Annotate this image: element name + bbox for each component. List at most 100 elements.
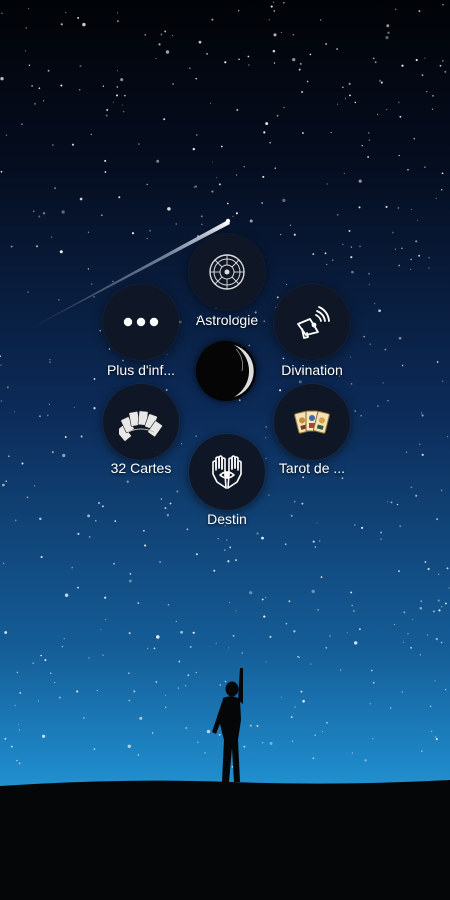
star [421,750,423,753]
star [243,745,246,748]
star [90,133,93,136]
star [435,197,437,199]
star [178,660,181,663]
star [181,443,183,445]
divination-button[interactable] [274,284,350,360]
center-moon-button[interactable] [196,341,256,401]
star [286,283,288,285]
star [27,291,29,293]
star [317,609,319,611]
star [386,24,390,28]
star [256,725,259,727]
star [368,132,370,134]
star [262,175,265,178]
star [206,53,208,55]
star [213,569,216,572]
tarot-button[interactable] [274,384,350,460]
star [40,654,42,657]
star [369,343,371,345]
star [339,669,342,671]
star [112,280,114,283]
star [159,560,162,563]
star [195,553,198,556]
star [40,555,43,559]
star [249,591,253,595]
star [421,453,424,456]
tarot-cards-icon [294,410,330,434]
star [302,699,305,703]
star [32,662,35,665]
star [58,299,60,301]
star [348,229,351,232]
divination-label[interactable]: Divination [252,361,372,379]
32-cartes-button[interactable] [103,384,179,460]
star [200,215,203,218]
star [247,55,250,58]
app-screen: Astrologie Divination Tarot de ... Desti… [0,0,450,900]
star [54,681,56,684]
astrologie-button[interactable] [189,234,265,310]
star [33,485,36,487]
star [354,641,358,645]
star [358,179,362,183]
star [336,48,338,50]
star [124,95,126,97]
star [232,634,235,637]
32-cartes-label[interactable]: 32 Cartes [81,459,201,477]
star [166,353,168,355]
star [361,144,363,147]
plus-info-label[interactable]: Plus d'inf... [81,361,201,379]
star [385,35,389,40]
star [54,187,57,190]
star [14,411,16,413]
star [146,237,148,240]
astrologie-label[interactable]: Astrologie [167,311,287,329]
star [319,540,321,542]
star [104,159,107,162]
star [224,549,226,551]
star [261,598,264,601]
star [300,690,303,693]
star [160,498,163,500]
star [7,455,10,458]
star [292,57,296,62]
star [370,669,373,672]
star [256,532,259,535]
star [165,50,170,54]
star [212,161,214,163]
star [378,309,381,313]
star [108,348,111,350]
star [293,630,296,633]
star [39,517,42,521]
star [350,383,353,385]
tarot-label[interactable]: Tarot de ... [252,459,372,477]
star [282,357,285,360]
star [326,183,328,185]
star [165,389,168,391]
star [128,699,131,702]
star [424,57,426,59]
ground-silhouette [0,780,450,900]
star [326,721,328,724]
star [144,34,147,36]
star [410,646,413,649]
star [426,91,428,93]
destin-label[interactable]: Destin [167,510,287,528]
star [421,74,424,76]
star [298,656,300,658]
star [299,62,302,65]
plus-info-button[interactable] [103,284,179,360]
star [397,207,400,209]
star [77,16,80,19]
star [18,762,21,765]
star [215,642,217,644]
star [5,134,8,136]
star [268,494,270,496]
star [387,501,389,503]
star [420,412,423,414]
star [430,730,433,733]
star [368,283,370,285]
star [374,302,376,305]
star [364,759,367,762]
star [389,707,392,709]
